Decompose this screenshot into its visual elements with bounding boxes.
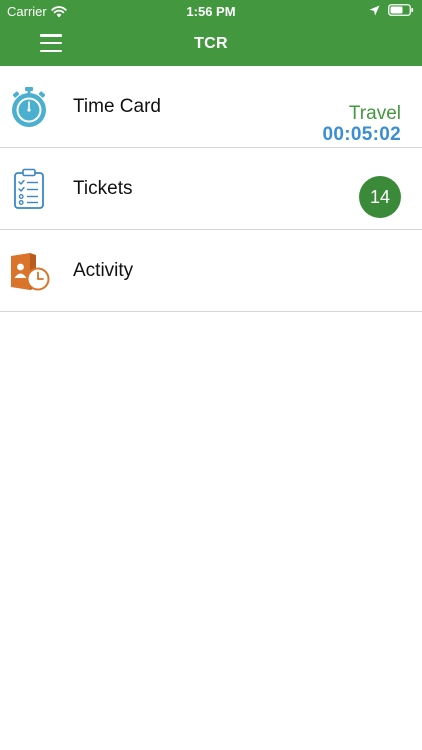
battery-icon	[388, 4, 414, 16]
time-card-timer: 00:05:02	[322, 124, 401, 145]
menu-item-activity[interactable]: Activity	[0, 230, 422, 312]
menu-item-tickets[interactable]: Tickets	[0, 148, 422, 230]
activity-clock-icon	[11, 253, 50, 291]
status-time: 1:56 PM	[186, 4, 236, 19]
menu-list: Time Card Travel 00:05:02 Tickets Activi…	[0, 66, 422, 312]
top-bar: Carrier 1:56 PM TCR	[0, 0, 422, 66]
menu-item-time-card[interactable]: Time Card Travel 00:05:02	[0, 66, 422, 148]
clipboard-checklist-icon	[14, 168, 44, 209]
status-bar: Carrier 1:56 PM	[0, 0, 422, 24]
time-card-status: Travel 00:05:02	[323, 104, 401, 146]
nav-bar: TCR	[0, 24, 422, 66]
app-screen: Carrier 1:56 PM TCR Time Card Travel 00:…	[0, 0, 422, 750]
location-arrow-icon	[369, 5, 380, 15]
status-right-icons	[369, 4, 414, 16]
stopwatch-icon	[12, 87, 46, 127]
menu-item-label: Tickets	[73, 178, 133, 199]
menu-item-label: Activity	[73, 260, 134, 281]
page-title: TCR	[194, 35, 228, 52]
menu-item-label: Time Card	[73, 96, 161, 117]
time-card-mode: Travel	[348, 103, 401, 124]
tickets-count-badge: 14	[359, 176, 401, 218]
